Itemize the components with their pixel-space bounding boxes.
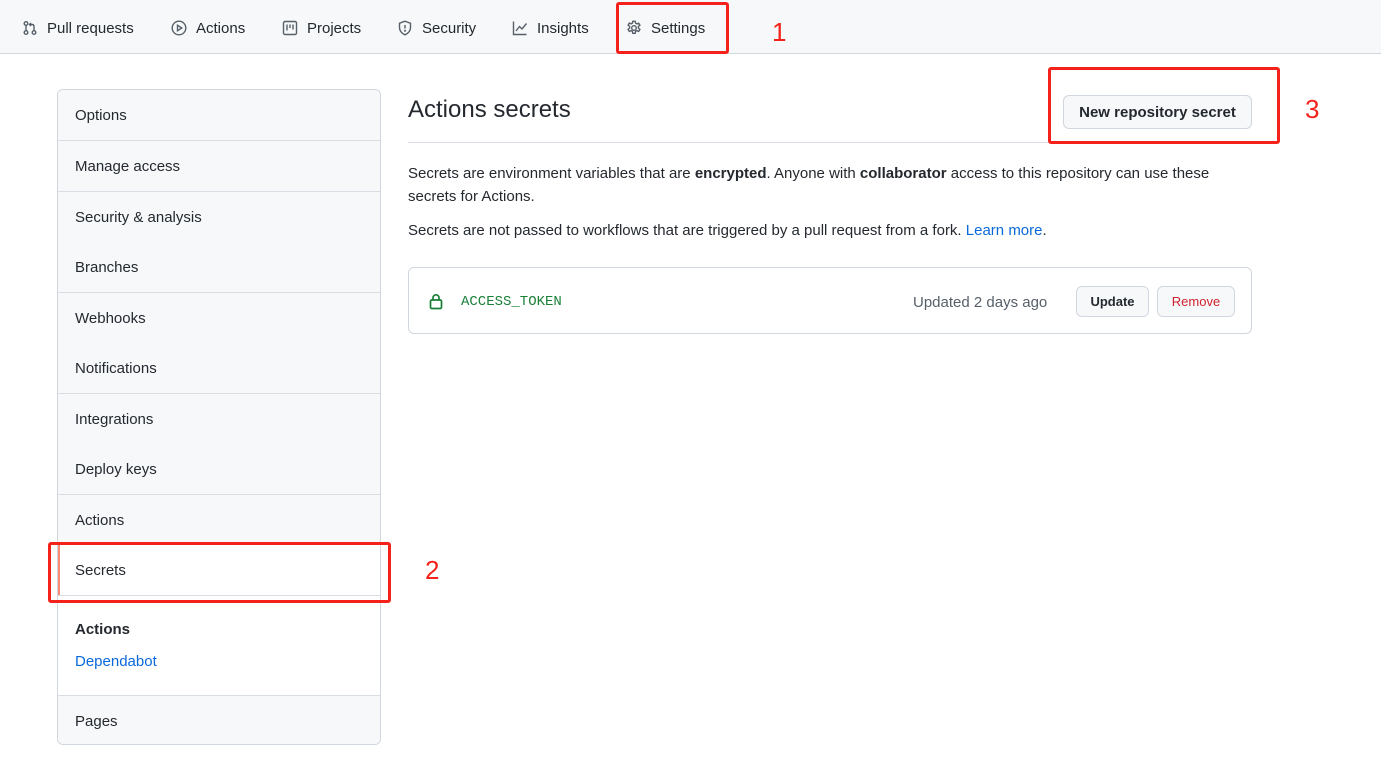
emphasis-text: collaborator xyxy=(859,165,947,182)
sidebar-item-label: Manage access xyxy=(75,157,181,175)
sidebar-item-label: Branches xyxy=(75,258,139,276)
secrets-description: Secrets are environment variables that a… xyxy=(408,162,1238,208)
sidebar-item-manage-access[interactable]: Manage access xyxy=(58,141,380,192)
secret-row: ACCESS_TOKEN Updated 2 days ago Update R… xyxy=(408,267,1252,334)
sidebar-item-deploy-keys[interactable]: Deploy keys xyxy=(58,444,380,495)
tab-pull-requests[interactable]: Pull requests xyxy=(22,14,134,42)
fork-notice: Secrets are not passed to workflows that… xyxy=(408,219,1238,242)
tab-label: Insights xyxy=(537,19,589,37)
sidebar-item-label: Security & analysis xyxy=(75,208,202,226)
tab-label: Projects xyxy=(307,19,362,37)
tab-label: Security xyxy=(422,19,477,37)
sidebar-item-label: Options xyxy=(75,106,127,124)
annotation-box-secrets xyxy=(48,542,391,603)
sidebar-item-pages[interactable]: Pages xyxy=(58,695,380,744)
sidebar-item-integrations[interactable]: Integrations xyxy=(58,394,380,445)
pull-request-icon xyxy=(23,21,37,35)
sidebar-item-security-analysis[interactable]: Security & analysis xyxy=(58,192,380,243)
sidebar-subheading-actions[interactable]: Actions xyxy=(75,621,130,638)
remove-secret-button[interactable]: Remove xyxy=(1157,286,1235,317)
secret-name: ACCESS_TOKEN xyxy=(461,294,562,310)
lock-icon xyxy=(429,294,443,310)
annotation-number: 1 xyxy=(772,17,787,47)
sidebar-item-notifications[interactable]: Notifications xyxy=(58,343,380,394)
tab-actions[interactable]: Actions xyxy=(171,14,245,42)
learn-more-link[interactable]: Learn more xyxy=(966,222,1043,239)
emphasis-text: encrypted xyxy=(694,165,767,182)
annotation-box-settings xyxy=(616,2,729,54)
shield-icon xyxy=(398,20,412,36)
sidebar-item-branches[interactable]: Branches xyxy=(58,242,380,293)
tab-insights[interactable]: Insights xyxy=(512,14,589,42)
text: Secrets are not passed to workflows that… xyxy=(408,222,966,239)
tab-label: Actions xyxy=(196,19,246,37)
sidebar-item-label: Actions xyxy=(75,511,125,529)
tab-security[interactable]: Security xyxy=(397,14,476,42)
sidebar-item-label: Integrations xyxy=(75,410,154,428)
sidebar-item-label: Pages xyxy=(75,712,118,730)
project-icon xyxy=(282,20,298,36)
sidebar-item-label: Deploy keys xyxy=(75,460,157,478)
annotation-number: 3 xyxy=(1305,94,1320,124)
text: . Anyone with xyxy=(766,165,860,182)
sidebar-item-actions[interactable]: Actions xyxy=(58,495,380,546)
text: Secrets are environment variables that a… xyxy=(408,165,695,182)
update-secret-button[interactable]: Update xyxy=(1076,286,1149,317)
sidebar-item-label: Notifications xyxy=(75,359,157,377)
graph-icon xyxy=(512,21,528,36)
sidebar-item-label: Webhooks xyxy=(75,309,146,327)
sidebar-item-webhooks[interactable]: Webhooks xyxy=(58,293,380,344)
text: . xyxy=(1042,222,1047,239)
tab-projects[interactable]: Projects xyxy=(282,14,361,42)
play-icon xyxy=(171,20,187,36)
settings-sidebar: Options Manage access Security & analysi… xyxy=(57,89,381,745)
sidebar-item-options[interactable]: Options xyxy=(58,90,380,141)
annotation-number: 2 xyxy=(425,555,440,585)
tab-label: Pull requests xyxy=(47,19,134,37)
sidebar-subitem-dependabot[interactable]: Dependabot xyxy=(75,653,157,670)
secret-updated-time: Updated 2 days ago xyxy=(913,294,1048,311)
page-title: Actions secrets xyxy=(408,96,571,123)
annotation-box-new-secret xyxy=(1048,67,1280,144)
